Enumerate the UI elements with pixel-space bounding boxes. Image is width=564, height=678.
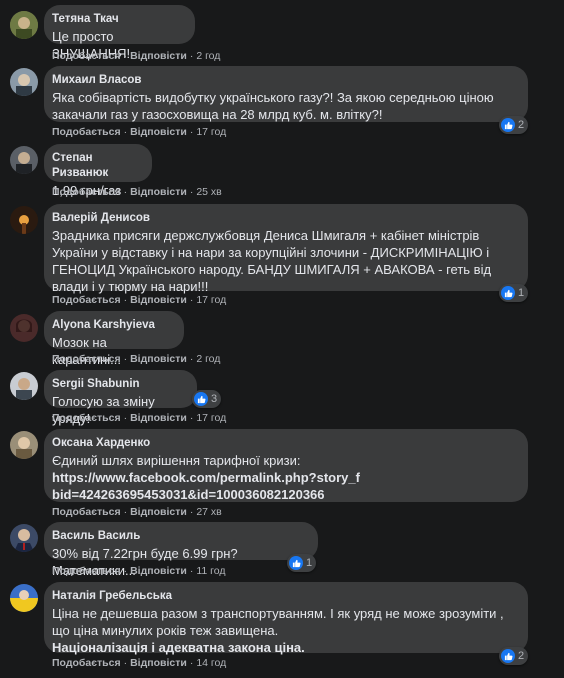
reaction-count[interactable]: 1 — [499, 284, 529, 302]
comment-author[interactable]: Михаил Власов — [52, 73, 518, 88]
comment-bubble: Василь Василь 30% від 7.22грн буде 6.99 … — [44, 522, 318, 578]
like-reaction-icon — [289, 556, 303, 570]
comment-actions: Подобається · Відповісти · 14 год — [52, 657, 227, 669]
reply-button[interactable]: Відповісти — [130, 353, 187, 365]
comment-time[interactable]: 2 год — [196, 353, 220, 365]
comment-bubble: Тетяна Ткач Це просто ЗНУЩАННЯ! — [44, 5, 195, 61]
comment-actions: Подобається · Відповісти · 17 год — [52, 294, 227, 306]
like-reaction-icon — [194, 392, 208, 406]
comment-text: Яка собівартість видобутку українського … — [52, 90, 494, 122]
reply-button[interactable]: Відповісти — [130, 412, 187, 424]
comment-author[interactable]: Alyona Karshyieva — [52, 318, 174, 333]
like-reaction-icon — [501, 286, 515, 300]
reply-button[interactable]: Відповісти — [130, 565, 187, 577]
reply-button[interactable]: Відповісти — [130, 186, 187, 198]
avatar[interactable] — [10, 146, 38, 174]
like-button[interactable]: Подобається — [52, 353, 121, 365]
comment-author[interactable]: Оксана Харденко — [52, 436, 518, 451]
comment-author[interactable]: Наталія Гребельська — [52, 589, 518, 604]
comment-time[interactable]: 11 год — [196, 565, 225, 577]
comment-bubble: Валерій Денисов Зрадника присяги держслу… — [44, 204, 528, 294]
comment-author[interactable]: Василь Василь — [52, 529, 308, 544]
reaction-count[interactable]: 1 — [287, 554, 317, 572]
reaction-count[interactable]: 3 — [192, 390, 222, 408]
comment-author[interactable]: Sergiі Shabunin — [52, 377, 187, 392]
comment-bubble: Sergiі Shabunin Голосую за зміну уряду! — [44, 370, 197, 426]
avatar[interactable] — [10, 524, 38, 552]
comment-bubble: Наталія Гребельська Ціна не дешевша разо… — [44, 582, 528, 655]
comment-text-bold: Націоналізація і адекватна закона ціна. — [52, 640, 305, 655]
avatar[interactable] — [10, 314, 38, 342]
avatar[interactable] — [10, 11, 38, 39]
comment-bubble: Оксана Харденко Єдиний шлях вирішення та… — [44, 429, 528, 502]
avatar[interactable] — [10, 431, 38, 459]
like-button[interactable]: Подобається — [52, 126, 121, 138]
like-button[interactable]: Подобається — [52, 294, 121, 306]
comment-time[interactable]: 14 год — [196, 657, 226, 669]
reply-button[interactable]: Відповісти — [130, 50, 187, 62]
like-reaction-icon — [501, 649, 515, 663]
comment-link[interactable]: https://www.facebook.com/permalink.php?s… — [52, 469, 362, 503]
comment-author[interactable]: Степан Ризванюк — [52, 151, 142, 181]
like-button[interactable]: Подобається — [52, 186, 121, 198]
comment-bubble: Степан Ризванюк 1,99 грн/газ — [44, 144, 152, 198]
comment-actions: Подобається · Відповісти · 17 год — [52, 126, 227, 138]
comment-actions: Подобається · Відповісти · 2 год — [52, 50, 221, 62]
avatar[interactable] — [10, 584, 38, 612]
avatar[interactable] — [10, 372, 38, 400]
comment-time[interactable]: 17 год — [196, 412, 226, 424]
like-button[interactable]: Подобається — [52, 565, 121, 577]
comment-time[interactable]: 2 год — [196, 50, 220, 62]
comment-author[interactable]: Валерій Денисов — [52, 211, 518, 226]
reaction-count[interactable]: 2 — [499, 116, 529, 134]
like-button[interactable]: Подобається — [52, 506, 121, 518]
comment-time[interactable]: 27 хв — [196, 506, 221, 518]
reaction-count[interactable]: 2 — [499, 647, 529, 665]
like-reaction-icon — [501, 118, 515, 132]
comment-text: Єдиний шлях вирішення тарифної кризи: — [52, 453, 301, 468]
avatar[interactable] — [10, 206, 38, 234]
reply-button[interactable]: Відповісти — [130, 294, 187, 306]
reply-button[interactable]: Відповісти — [130, 126, 187, 138]
comment-time[interactable]: 25 хв — [196, 186, 221, 198]
like-button[interactable]: Подобається — [52, 50, 121, 62]
comment-bubble: Alyona Karshyieva Мозок на карантині... — [44, 311, 184, 367]
reply-button[interactable]: Відповісти — [130, 657, 187, 669]
comment-actions: Подобається · Відповісти · 25 хв — [52, 186, 222, 198]
comment-author[interactable]: Тетяна Ткач — [52, 12, 185, 27]
like-button[interactable]: Подобається — [52, 657, 121, 669]
reply-button[interactable]: Відповісти — [130, 506, 187, 518]
comment-text: Зрадника присяги держслужбовця Дениса Шм… — [52, 228, 492, 294]
comment-actions: Подобається · Відповісти · 11 год — [52, 565, 226, 577]
like-button[interactable]: Подобається — [52, 412, 121, 424]
comment-time[interactable]: 17 год — [196, 294, 226, 306]
comment-actions: Подобається · Відповісти · 27 хв — [52, 506, 222, 518]
comment-actions: Подобається · Відповісти · 2 год — [52, 353, 221, 365]
comment-actions: Подобається · Відповісти · 17 год — [52, 412, 227, 424]
comment-text: Ціна не дешевша разом з транспортуванням… — [52, 606, 504, 638]
comment-time[interactable]: 17 год — [196, 126, 226, 138]
avatar[interactable] — [10, 68, 38, 96]
comment-bubble: Михаил Власов Яка собівартість видобутку… — [44, 66, 528, 122]
